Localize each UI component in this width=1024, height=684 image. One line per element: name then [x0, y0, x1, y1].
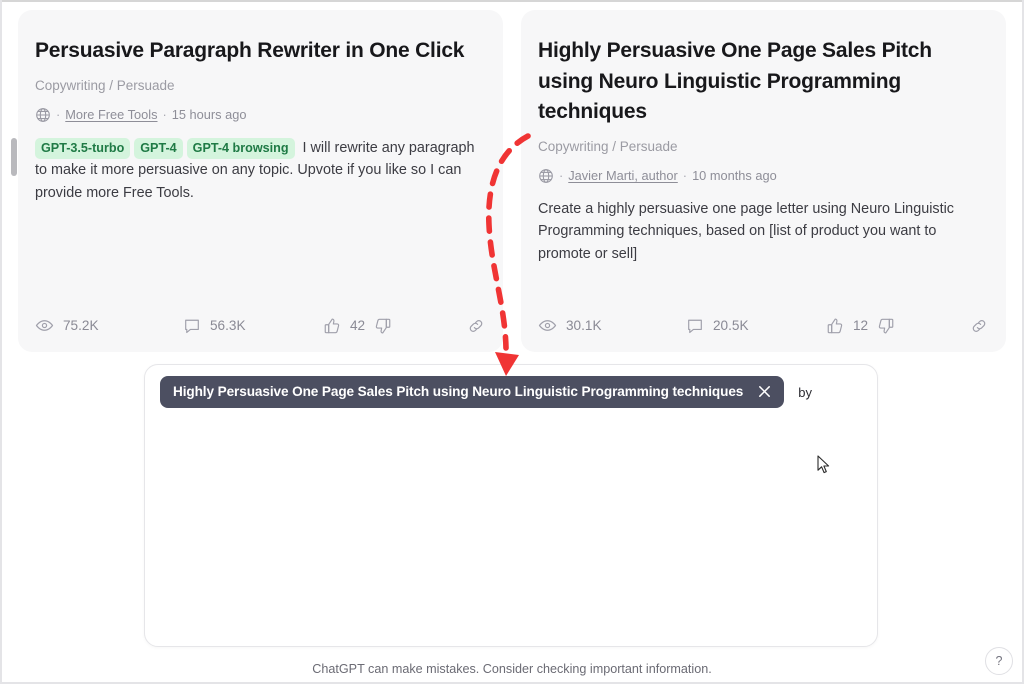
card-title: Persuasive Paragraph Rewriter in One Cli…	[35, 39, 465, 62]
page-scrollbar-thumb[interactable]	[11, 138, 17, 176]
selected-prompt-label: Highly Persuasive One Page Sales Pitch u…	[173, 384, 744, 399]
thumbs-down-icon[interactable]	[877, 317, 895, 335]
meta-separator: ·	[162, 106, 167, 122]
globe-icon	[538, 168, 554, 184]
card-meta: · More Free Tools · 15 hours ago	[35, 106, 481, 124]
eye-icon	[538, 316, 557, 335]
prompt-composer-dialog: Highly Persuasive One Page Sales Pitch u…	[144, 364, 878, 647]
card-author-link[interactable]: More Free Tools	[65, 106, 157, 124]
comments-stat: 56.3K	[183, 317, 323, 335]
comments-count: 56.3K	[210, 318, 246, 333]
by-label: by	[798, 384, 812, 400]
window-top-border	[0, 0, 1024, 2]
disclaimer-text: ChatGPT can make mistakes. Consider chec…	[312, 662, 712, 676]
card-timestamp: 10 months ago	[692, 167, 777, 183]
meta-separator: ·	[559, 167, 564, 183]
card-meta: · Javier Marti, author · 10 months ago	[538, 167, 984, 185]
upvote-count: 42	[350, 318, 366, 333]
card-author-link[interactable]: Javier Marti, author	[568, 167, 678, 185]
thumbs-down-icon[interactable]	[374, 317, 392, 335]
card-stats: 75.2K 56.3K 42	[35, 316, 485, 335]
comment-icon	[686, 317, 704, 335]
prompt-card-list: Persuasive Paragraph Rewriter in One Cli…	[18, 10, 1006, 352]
link-icon[interactable]	[467, 317, 485, 335]
model-tag: GPT-4	[134, 137, 183, 159]
model-tag: GPT-3.5-turbo	[35, 137, 131, 159]
thumbs-up-icon[interactable]	[826, 317, 844, 335]
card-stats: 30.1K 20.5K 12	[538, 316, 988, 335]
views-count: 75.2K	[63, 318, 99, 333]
page-scrollbar-track[interactable]	[9, 2, 17, 684]
prompt-card[interactable]: Persuasive Paragraph Rewriter in One Cli…	[18, 10, 503, 352]
views-stat: 75.2K	[35, 316, 183, 335]
globe-icon	[35, 107, 51, 123]
selected-prompt-row: Highly Persuasive One Page Sales Pitch u…	[160, 376, 862, 408]
model-tag: GPT-4 browsing	[186, 137, 295, 159]
eye-icon	[35, 316, 54, 335]
thumbs-up-icon[interactable]	[323, 317, 341, 335]
close-icon[interactable]	[757, 384, 772, 399]
upvote-count: 12	[853, 318, 869, 333]
question-mark-icon: ?	[995, 654, 1003, 668]
help-button[interactable]: ?	[985, 647, 1013, 675]
meta-separator: ·	[56, 106, 61, 122]
window-left-border	[0, 0, 2, 684]
card-description-text: Create a highly persuasive one page lett…	[538, 200, 954, 262]
card-description: GPT-3.5-turbo GPT-4 GPT-4 browsing I will …	[35, 137, 481, 205]
views-stat: 30.1K	[538, 316, 686, 335]
comments-stat: 20.5K	[686, 317, 826, 335]
app-root: Persuasive Paragraph Rewriter in One Cli…	[0, 0, 1024, 684]
mouse-cursor	[817, 455, 830, 474]
selected-prompt-chip[interactable]: Highly Persuasive One Page Sales Pitch u…	[160, 376, 785, 408]
link-icon[interactable]	[970, 317, 988, 335]
votes-stat: 42	[323, 317, 485, 335]
views-count: 30.1K	[566, 318, 602, 333]
votes-stat: 12	[826, 317, 988, 335]
card-description: Create a highly persuasive one page lett…	[538, 198, 984, 266]
card-timestamp: 15 hours ago	[171, 106, 247, 122]
comment-icon	[183, 317, 201, 335]
comments-count: 20.5K	[713, 318, 749, 333]
card-category: Copywriting / Persuade	[538, 138, 678, 154]
card-title: Highly Persuasive One Page Sales Pitch u…	[538, 39, 932, 123]
prompt-card[interactable]: Highly Persuasive One Page Sales Pitch u…	[521, 10, 1006, 352]
card-category: Copywriting / Persuade	[35, 77, 175, 93]
meta-separator: ·	[682, 167, 688, 183]
